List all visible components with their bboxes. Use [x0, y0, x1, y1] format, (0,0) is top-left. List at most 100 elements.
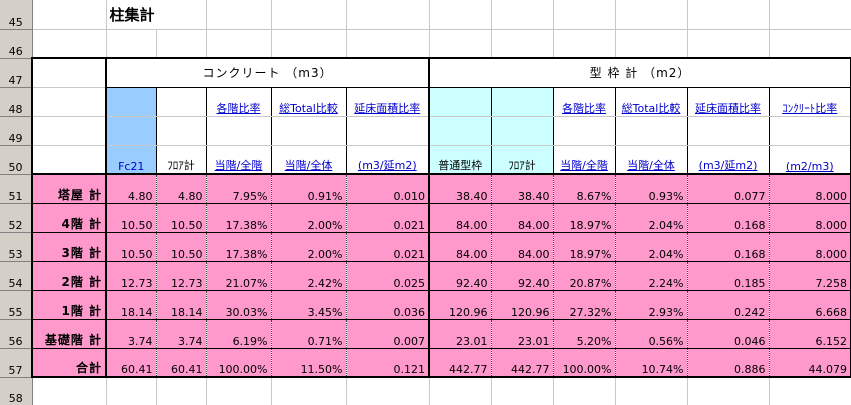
data-cell[interactable]: 0.242 [687, 290, 770, 320]
data-cell[interactable]: 6.19% [206, 319, 272, 349]
cell-empty[interactable] [687, 116, 770, 146]
cell-grid[interactable]: 45 柱集計 46 47 コンクリート （m3）型 枠 計 （m2） 48 各階比率 総Tot… [0, 0, 851, 405]
data-cell[interactable]: 2.24% [615, 261, 688, 291]
header-fc21[interactable]: Fc21 [106, 145, 157, 175]
row-header[interactable]: 51 [0, 174, 33, 204]
cell-formwork-fill[interactable] [491, 87, 554, 117]
header-ratio-floor-unit[interactable]: 当階/全階 [206, 145, 272, 175]
group-header-formwork[interactable]: 型 枠 計 （m2） [429, 57, 851, 88]
cell-empty[interactable] [687, 29, 770, 59]
data-cell[interactable]: 0.56% [615, 319, 688, 349]
cell-formwork-fill[interactable] [429, 87, 492, 117]
data-cell[interactable]: 92.40 [491, 261, 554, 291]
data-cell[interactable]: 92.40 [429, 261, 492, 291]
data-cell[interactable]: 0.886 [687, 348, 770, 378]
data-cell[interactable]: 23.01 [491, 319, 554, 349]
header-fw-concrete-ratio[interactable]: ｺﾝｸﾘｰﾄ比率 [769, 87, 851, 117]
floor-label[interactable]: 3階 計 [31, 232, 107, 262]
header-fw-area-ratio[interactable]: 延床面積比率 [687, 87, 770, 117]
data-cell[interactable]: 23.01 [429, 319, 492, 349]
cell-empty[interactable] [346, 0, 430, 30]
cell-empty[interactable] [346, 116, 431, 146]
row-header[interactable]: 47 [0, 58, 33, 88]
cell-empty[interactable] [31, 116, 107, 146]
data-cell[interactable]: 7.258 [769, 261, 851, 291]
data-cell[interactable]: 0.010 [346, 174, 431, 204]
cell-empty[interactable] [346, 377, 430, 405]
data-cell[interactable]: 0.021 [346, 232, 431, 262]
group-header-concrete[interactable]: コンクリート （m3） [106, 57, 431, 88]
cell-empty[interactable] [106, 377, 157, 405]
data-cell[interactable]: 10.50 [106, 203, 157, 233]
header-floor-total[interactable]: ﾌﾛｱ計 [156, 145, 207, 175]
row-header[interactable]: 49 [0, 116, 33, 146]
cell-empty[interactable] [553, 0, 616, 30]
cell-empty[interactable] [687, 377, 770, 405]
cell-empty[interactable] [271, 29, 347, 59]
row-header[interactable]: 54 [0, 261, 33, 291]
cell-fc21-fill[interactable] [106, 116, 157, 146]
data-cell[interactable]: 0.077 [687, 174, 770, 204]
data-cell[interactable]: 8.000 [769, 203, 851, 233]
row-header[interactable]: 55 [0, 290, 33, 320]
data-cell[interactable]: 5.20% [553, 319, 616, 349]
cell-empty[interactable] [615, 377, 688, 405]
cell-empty[interactable] [687, 0, 770, 30]
row-header[interactable]: 58 [0, 377, 33, 405]
row-header[interactable]: 50 [0, 145, 33, 175]
data-cell[interactable]: 10.50 [156, 232, 207, 262]
data-cell[interactable]: 60.41 [106, 348, 157, 378]
data-cell[interactable]: 0.71% [271, 319, 347, 349]
data-cell[interactable]: 3.74 [106, 319, 157, 349]
cell-empty[interactable] [31, 145, 107, 175]
data-cell[interactable]: 84.00 [491, 232, 554, 262]
cell-empty[interactable] [32, 0, 107, 30]
cell-empty[interactable] [553, 29, 616, 59]
header-area-ratio[interactable]: 延床面積比率 [346, 87, 431, 117]
data-cell[interactable]: 18.97% [553, 232, 616, 262]
cell-empty[interactable] [106, 29, 157, 59]
data-cell[interactable]: 8.000 [769, 232, 851, 262]
data-cell[interactable]: 38.40 [429, 174, 492, 204]
cell-empty[interactable] [31, 57, 107, 88]
cell-formwork-fill[interactable] [491, 116, 554, 146]
data-cell[interactable]: 2.42% [271, 261, 347, 291]
sheet-title[interactable]: 柱集計 [106, 0, 207, 30]
cell-empty[interactable] [206, 29, 272, 59]
row-header[interactable]: 56 [0, 319, 33, 349]
data-cell[interactable]: 0.168 [687, 232, 770, 262]
cell-fc21-fill[interactable] [106, 87, 157, 117]
data-cell[interactable]: 8.67% [553, 174, 616, 204]
header-ratio-total-unit[interactable]: 当階/全体 [271, 145, 347, 175]
cell-empty[interactable] [31, 87, 107, 117]
data-cell[interactable]: 44.079 [769, 348, 851, 378]
header-normal-formwork[interactable]: 普通型枠 [429, 145, 492, 175]
header-fw-ratio-floor[interactable]: 各階比率 [553, 87, 616, 117]
header-fw-area-ratio-unit[interactable]: (m3/延m2) [687, 145, 770, 175]
cell-empty[interactable] [491, 377, 554, 405]
data-cell[interactable]: 10.50 [106, 232, 157, 262]
data-cell[interactable]: 120.96 [491, 290, 554, 320]
floor-label[interactable]: 1階 計 [31, 290, 107, 320]
data-cell[interactable]: 0.025 [346, 261, 431, 291]
row-header[interactable]: 46 [0, 29, 33, 59]
cell-empty[interactable] [615, 0, 688, 30]
data-cell[interactable]: 8.000 [769, 174, 851, 204]
row-header[interactable]: 52 [0, 203, 33, 233]
cell-empty[interactable] [271, 116, 347, 146]
cell-empty[interactable] [206, 116, 272, 146]
data-cell[interactable]: 0.93% [615, 174, 688, 204]
floor-label[interactable]: 合計 [31, 348, 107, 378]
data-cell[interactable]: 0.036 [346, 290, 431, 320]
data-cell[interactable]: 7.95% [206, 174, 272, 204]
data-cell[interactable]: 6.152 [769, 319, 851, 349]
data-cell[interactable]: 6.668 [769, 290, 851, 320]
data-cell[interactable]: 100.00% [206, 348, 272, 378]
cell-empty[interactable] [553, 116, 616, 146]
data-cell[interactable]: 4.80 [156, 174, 207, 204]
floor-label[interactable]: 2階 計 [31, 261, 107, 291]
cell-empty[interactable] [769, 0, 851, 30]
data-cell[interactable]: 18.97% [553, 203, 616, 233]
header-fw-concrete-ratio-unit[interactable]: (m2/m3) [769, 145, 851, 175]
data-cell[interactable]: 4.80 [106, 174, 157, 204]
